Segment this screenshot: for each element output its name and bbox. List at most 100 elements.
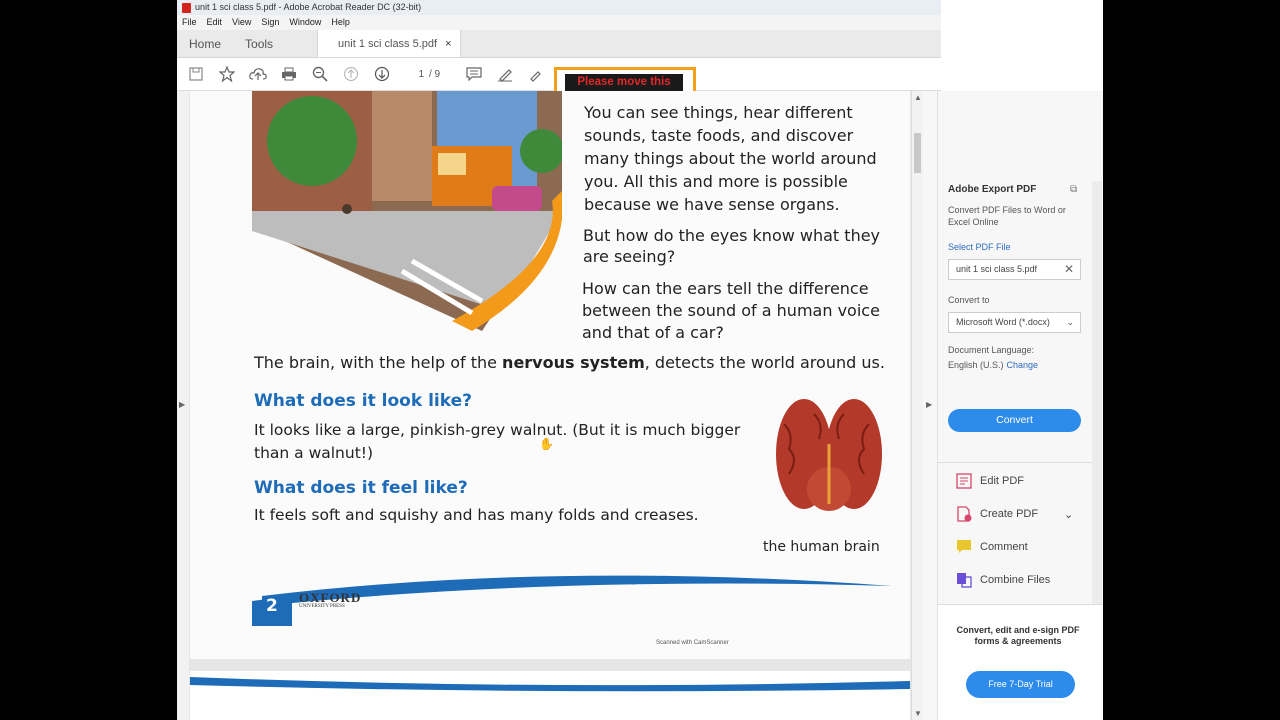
save-icon[interactable] (185, 63, 207, 85)
tool-edit-pdf[interactable]: Edit PDF (956, 473, 1024, 489)
menu-view[interactable]: View (232, 15, 251, 30)
ears-question: How can the ears tell the difference bet… (582, 278, 892, 344)
feel-paragraph: It feels soft and squishy and has many f… (254, 506, 699, 524)
scroll-thumb[interactable] (914, 133, 921, 173)
look-line-1: It looks like a large, pinkish-grey waln… (254, 421, 741, 439)
pdf-page-2 (190, 671, 910, 720)
heading-feel: What does it feel like? (254, 478, 468, 498)
tool-create-pdf-label: Create PDF (980, 508, 1039, 520)
intro-line-2: sounds, taste foods, and discover (584, 126, 854, 145)
close-tab-icon[interactable]: × (445, 30, 451, 58)
document-scrollbar[interactable]: ▲ ▼ (911, 91, 923, 720)
next-page-icon[interactable] (371, 63, 393, 85)
right-tools-pane: Adobe Export PDF ⧉ Convert PDF Files to … (937, 91, 1103, 720)
scroll-up-icon[interactable]: ▲ (914, 93, 922, 102)
menu-sign[interactable]: Sign (261, 15, 279, 30)
menu-window[interactable]: Window (289, 15, 321, 30)
menu-help[interactable]: Help (331, 15, 350, 30)
sign-icon[interactable] (525, 63, 547, 85)
copy-icon[interactable]: ⧉ (1070, 184, 1077, 195)
change-language-link[interactable]: Change (1007, 360, 1039, 370)
brain-sentence-bold: nervous system (502, 353, 645, 372)
ears-line-1: How can the ears tell the difference (582, 279, 869, 298)
bookmark-star-icon[interactable] (216, 63, 238, 85)
left-panel-toggle[interactable]: ▶ (177, 91, 189, 720)
hand-cursor-icon: ✋ (539, 437, 554, 451)
tab-document-label: unit 1 sci class 5.pdf (338, 37, 438, 50)
ears-line-2: between the sound of a human voice (582, 301, 880, 320)
zoom-search-icon[interactable] (309, 63, 331, 85)
eyes-line-2: are seeing? (583, 247, 676, 266)
pdf-page: You can see things, hear different sound… (190, 91, 910, 659)
convert-to-label: Convert to (948, 295, 990, 305)
create-pdf-chevron-icon[interactable]: ⌄ (1064, 508, 1073, 521)
print-icon[interactable] (278, 63, 300, 85)
acrobat-app-icon (182, 2, 191, 13)
comment-tool-icon (956, 539, 972, 555)
export-pdf-title: Adobe Export PDF (948, 184, 1037, 195)
eyes-question: But how do the eyes know what they are s… (583, 225, 893, 267)
chevron-down-icon[interactable]: ⌄ (1066, 313, 1074, 332)
title-bar: unit 1 sci class 5.pdf - Adobe Acrobat R… (177, 0, 941, 15)
tab-bar: Home Tools unit 1 sci class 5.pdf × (177, 30, 941, 58)
tool-combine-files-label: Combine Files (980, 574, 1051, 586)
comment-icon[interactable] (463, 63, 485, 85)
intro-line-1: You can see things, hear different (584, 103, 853, 122)
page-2-header-wave (190, 677, 910, 692)
brain-illustration (774, 394, 884, 524)
window-title: unit 1 sci class 5.pdf - Adobe Acrobat R… (195, 2, 422, 12)
scroll-down-icon[interactable]: ▼ (914, 709, 922, 718)
right-panel-toggle[interactable]: ▶ (923, 91, 937, 720)
convert-format-value: Microsoft Word (*.docx) (956, 317, 1050, 327)
convert-format-select[interactable]: Microsoft Word (*.docx) ⌄ (948, 312, 1081, 333)
create-pdf-icon (956, 506, 972, 522)
selected-file-field[interactable]: unit 1 sci class 5.pdf ✕ (948, 259, 1081, 280)
city-street-illustration (252, 91, 564, 331)
brain-sentence: The brain, with the help of the nervous … (254, 353, 894, 372)
menu-edit[interactable]: Edit (207, 15, 223, 30)
menu-bar: File Edit View Sign Window Help (177, 15, 941, 30)
page-number-input[interactable]: 1 (402, 69, 424, 80)
document-view[interactable]: You can see things, hear different sound… (189, 91, 911, 720)
scanner-watermark: Scanned with CamScanner (656, 640, 729, 646)
look-line-2: than a walnut!) (254, 444, 374, 462)
eyes-line-1: But how do the eyes know what they (583, 226, 881, 245)
clear-file-icon[interactable]: ✕ (1064, 260, 1074, 279)
edit-pdf-icon (956, 473, 972, 489)
cloud-upload-icon[interactable] (247, 63, 269, 85)
heading-look: What does it look like? (254, 391, 472, 411)
intro-paragraph: You can see things, hear different sound… (584, 101, 894, 216)
collapse-right-arrow-icon[interactable]: ▶ (926, 400, 932, 409)
highlight-pen-icon[interactable] (494, 63, 516, 85)
panel-divider (938, 462, 1092, 463)
page-number: 2 (266, 596, 278, 616)
look-paragraph: It looks like a large, pinkish-grey waln… (254, 419, 774, 465)
select-pdf-link[interactable]: Select PDF File (948, 242, 1011, 252)
convert-button[interactable]: Convert (948, 409, 1081, 432)
free-trial-button[interactable]: Free 7-Day Trial (966, 671, 1075, 698)
combine-files-icon (956, 572, 972, 588)
brain-sentence-start: The brain, with the help of the (254, 353, 503, 372)
acrobat-window: unit 1 sci class 5.pdf - Adobe Acrobat R… (177, 0, 1103, 720)
previous-page-icon[interactable] (340, 63, 362, 85)
menu-file[interactable]: File (182, 15, 197, 30)
promo-box: Convert, edit and e-sign PDF forms & agr… (938, 604, 1103, 720)
tool-comment[interactable]: Comment (956, 539, 1028, 555)
intro-line-4: you. All this and more is possible (584, 172, 848, 191)
expand-left-arrow-icon[interactable]: ▶ (179, 400, 185, 409)
intro-line-5: because we have sense organs. (584, 195, 840, 214)
tab-document[interactable]: unit 1 sci class 5.pdf × (317, 30, 461, 57)
tool-combine-files[interactable]: Combine Files (956, 572, 1050, 588)
tool-create-pdf[interactable]: Create PDF ⌄ (956, 506, 1073, 522)
tab-home[interactable]: Home (177, 30, 233, 57)
page-total: / 9 (429, 68, 441, 80)
tool-comment-label: Comment (980, 541, 1028, 553)
selected-file-name: unit 1 sci class 5.pdf (956, 264, 1038, 274)
intro-line-3: many things about the world around (584, 149, 877, 168)
tab-tools[interactable]: Tools (233, 30, 285, 57)
brain-caption: the human brain (763, 539, 880, 555)
document-language: English (U.S.) Change (948, 360, 1038, 370)
export-pdf-description: Convert PDF Files to Word or Excel Onlin… (948, 205, 1066, 227)
publisher-subtitle: UNIVERSITY PRESS (299, 604, 345, 609)
document-language-value: English (U.S.) (948, 360, 1004, 370)
